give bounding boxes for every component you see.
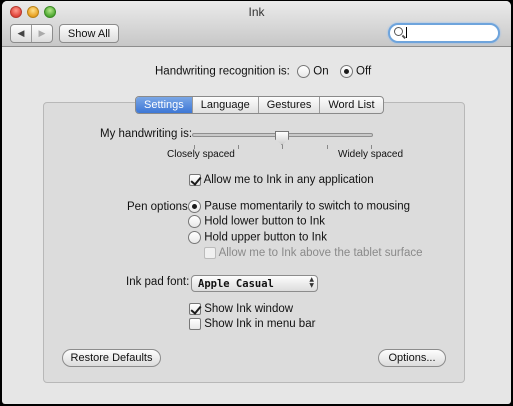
allow-any-app-row[interactable]: Allow me to Ink in any application (189, 174, 374, 186)
pen-option-label[interactable]: Pause momentarily to switch to mousing (204, 201, 410, 213)
slider-max-label: Widely spaced (338, 149, 404, 160)
popup-arrows-icon: ▲ ▼ (309, 276, 314, 289)
pen-option-radio[interactable] (188, 200, 201, 213)
search-field[interactable] (388, 23, 500, 43)
above-surface-row: Allow me to Ink above the tablet surface (204, 247, 422, 259)
tab-bar: Settings Language Gestures Word List (135, 96, 384, 114)
slider-tick (238, 145, 239, 149)
show-window-checkbox[interactable] (189, 303, 201, 315)
pen-option-row[interactable]: Hold lower button to Ink (188, 215, 325, 228)
show-window-label[interactable]: Show Ink window (204, 303, 293, 315)
pen-option-label[interactable]: Hold lower button to Ink (204, 216, 325, 228)
preferences-window: Ink ◀ ▶ Show All Handwriting recognition… (2, 1, 511, 404)
options-button[interactable]: Options... (378, 349, 446, 367)
recognition-off-label[interactable]: Off (356, 66, 371, 78)
allow-any-app-checkbox[interactable] (189, 174, 201, 186)
chevron-left-icon[interactable]: ◀ (11, 25, 31, 42)
font-popup-value: Apple Casual (198, 277, 274, 290)
tab-language[interactable]: Language (191, 97, 258, 113)
pen-option-row[interactable]: Hold upper button to Ink (188, 231, 327, 244)
tab-settings[interactable]: Settings (136, 97, 192, 113)
font-popup[interactable]: Apple Casual ▲ ▼ (191, 275, 318, 292)
text-cursor (406, 27, 407, 38)
pen-options-label: Pen options: (127, 201, 191, 213)
pen-option-row[interactable]: Pause momentarily to switch to mousing (188, 200, 410, 213)
search-icon (394, 27, 403, 36)
show-window-row[interactable]: Show Ink window (189, 303, 293, 315)
show-menubar-row[interactable]: Show Ink in menu bar (189, 318, 315, 330)
font-label: Ink pad font: (126, 276, 190, 288)
pen-option-label[interactable]: Hold upper button to Ink (204, 232, 327, 244)
restore-defaults-button[interactable]: Restore Defaults (62, 349, 161, 367)
recognition-on-label[interactable]: On (313, 66, 328, 78)
recognition-off-radio[interactable] (339, 65, 353, 78)
pen-option-radio[interactable] (188, 215, 201, 228)
allow-any-app-label[interactable]: Allow me to Ink in any application (204, 174, 374, 186)
show-all-button[interactable]: Show All (59, 24, 119, 43)
recognition-on-radio[interactable] (297, 65, 311, 78)
recognition-label: Handwriting recognition is: (155, 65, 290, 78)
chevron-right-icon[interactable]: ▶ (31, 25, 52, 42)
handwriting-label: My handwriting is: (100, 128, 193, 140)
tab-gestures[interactable]: Gestures (257, 97, 320, 113)
title-bar: Ink ◀ ▶ Show All (2, 1, 511, 47)
pen-option-radio[interactable] (188, 231, 201, 244)
show-menubar-checkbox[interactable] (189, 318, 201, 330)
slider-tick (327, 145, 328, 149)
above-surface-checkbox (204, 247, 216, 259)
window-title: Ink (248, 5, 265, 19)
slider-tick (282, 145, 283, 149)
back-forward-control: ◀ ▶ (10, 24, 53, 43)
show-menubar-label[interactable]: Show Ink in menu bar (204, 318, 315, 330)
tab-word-list[interactable]: Word List (319, 97, 382, 113)
slider-min-label: Closely spaced (167, 149, 235, 160)
above-surface-label: Allow me to Ink above the tablet surface (218, 247, 423, 260)
recognition-row: Handwriting recognition is: On Off (155, 65, 371, 78)
